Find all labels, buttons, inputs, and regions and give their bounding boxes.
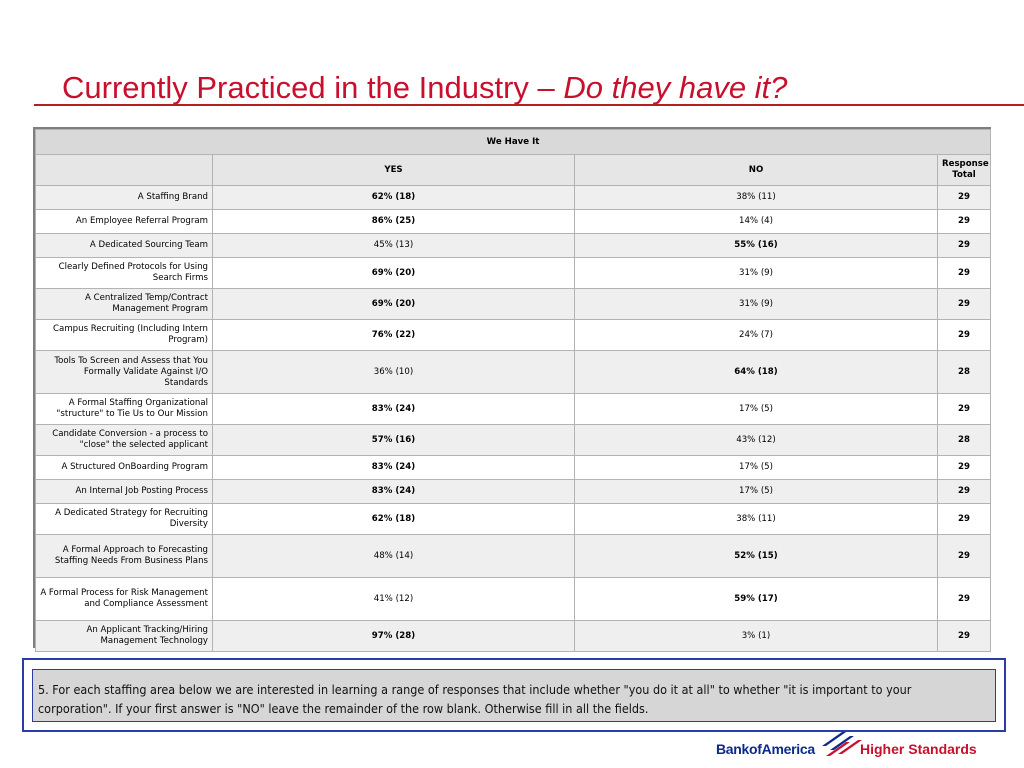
total-cell: 29 [936,319,992,351]
row-label: A Dedicated Sourcing Team [35,233,213,258]
yes-cell: 48% (14) [212,534,575,578]
row-label: A Dedicated Strategy for Recruiting Dive… [35,503,213,535]
page-title: Currently Practiced in the Industry – Do… [62,70,787,106]
row-label: An Employee Referral Program [35,209,213,234]
table-row: A Dedicated Strategy for Recruiting Dive… [35,503,992,535]
total-cell: 29 [936,393,992,425]
footer-branding: BankofAmerica Higher Standards [716,726,977,762]
table-row: Tools To Screen and Assess that You Form… [35,350,992,394]
yes-cell: 41% (12) [212,577,575,621]
total-cell: 28 [936,424,992,456]
column-header-total: Response Total [936,154,992,186]
total-cell: 29 [936,534,992,578]
yes-cell: 57% (16) [212,424,575,456]
no-cell: 59% (17) [574,577,938,621]
no-cell: 3% (1) [574,620,938,652]
bank-of-america-flag-icon [822,732,862,756]
total-cell: 29 [936,257,992,289]
total-cell: 29 [936,577,992,621]
total-cell: 29 [936,479,992,504]
no-cell: 31% (9) [574,257,938,289]
no-cell: 38% (11) [574,503,938,535]
survey-table: We Have It YES NO Response Total A Staff… [34,129,992,652]
table-row: A Centralized Temp/Contract Management P… [35,288,992,320]
total-cell: 29 [936,620,992,652]
total-cell: 29 [936,455,992,480]
no-cell: 14% (4) [574,209,938,234]
row-label: A Formal Staffing Organizational "struct… [35,393,213,425]
table-row: An Employee Referral Program 86% (25) 14% … [35,209,992,234]
title-main: Currently Practiced in the Industry – [62,70,564,105]
row-label: Clearly Defined Protocols for Using Sear… [35,257,213,289]
table-row: A Formal Process for Risk Management and… [35,577,992,621]
no-cell: 17% (5) [574,455,938,480]
yes-cell: 83% (24) [212,479,575,504]
yes-cell: 97% (28) [212,620,575,652]
yes-cell: 36% (10) [212,350,575,394]
group-header: We Have It [34,129,992,155]
row-label: An Applicant Tracking/Hiring Management … [35,620,213,652]
row-label: Campus Recruiting (Including Intern Prog… [35,319,213,351]
no-cell: 64% (18) [574,350,938,394]
table-row: An Internal Job Posting Process 83% (24) 1… [35,479,992,504]
row-label: Candidate Conversion - a process to "clo… [35,424,213,456]
table-row: A Structured OnBoarding Program 83% (24) 1… [35,455,992,480]
total-cell: 28 [936,350,992,394]
table-row: A Formal Approach to Forecasting Staffin… [35,534,992,578]
yes-cell: 83% (24) [212,393,575,425]
column-header-no: NO [574,154,938,186]
table-row: A Formal Staffing Organizational "struct… [35,393,992,425]
question-inner: 5. For each staffing area below we are i… [32,669,996,722]
table-row: A Staffing Brand 62% (18) 38% (11) 29 [35,185,992,210]
no-cell: 17% (5) [574,479,938,504]
question-text: 5. For each staffing area below we are i… [38,682,912,716]
no-cell: 31% (9) [574,288,938,320]
table-row: An Applicant Tracking/Hiring Management … [35,620,992,652]
row-label: A Formal Approach to Forecasting Staffin… [35,534,213,578]
yes-cell: 83% (24) [212,455,575,480]
yes-cell: 69% (20) [212,257,575,289]
table-row: Clearly Defined Protocols for Using Sear… [35,257,992,289]
total-cell: 29 [936,233,992,258]
title-bar: Currently Practiced in the Industry – Do… [34,66,1024,106]
yes-cell: 45% (13) [212,233,575,258]
row-label: A Staffing Brand [35,185,213,210]
table-row: A Dedicated Sourcing Team 45% (13) 55% (16… [35,233,992,258]
question-box: 5. For each staffing area below we are i… [22,658,1006,732]
table-body: A Staffing Brand 62% (18) 38% (11) 29 An Emp… [35,185,992,652]
title-italic: Do they have it? [563,70,788,105]
no-cell: 24% (7) [574,319,938,351]
row-label: A Structured OnBoarding Program [35,455,213,480]
total-cell: 29 [936,503,992,535]
yes-cell: 69% (20) [212,288,575,320]
yes-cell: 62% (18) [212,185,575,210]
table-row: Candidate Conversion - a process to "clo… [35,424,992,456]
table-row: Campus Recruiting (Including Intern Prog… [35,319,992,351]
no-cell: 17% (5) [574,393,938,425]
survey-table-frame: We Have It YES NO Response Total A Staff… [33,127,992,652]
no-cell: 52% (15) [574,534,938,578]
tagline: Higher Standards [860,741,977,757]
row-label: A Formal Process for Risk Management and… [35,577,213,621]
brand-name: BankofAmerica [716,741,815,757]
blank-header [35,154,213,186]
column-header-yes: YES [212,154,575,186]
row-label: A Centralized Temp/Contract Management P… [35,288,213,320]
yes-cell: 86% (25) [212,209,575,234]
yes-cell: 62% (18) [212,503,575,535]
total-cell: 29 [936,288,992,320]
total-cell: 29 [936,209,992,234]
total-cell: 29 [936,185,992,210]
no-cell: 43% (12) [574,424,938,456]
no-cell: 38% (11) [574,185,938,210]
row-label: Tools To Screen and Assess that You Form… [35,350,213,394]
no-cell: 55% (16) [574,233,938,258]
row-label: An Internal Job Posting Process [35,479,213,504]
yes-cell: 76% (22) [212,319,575,351]
